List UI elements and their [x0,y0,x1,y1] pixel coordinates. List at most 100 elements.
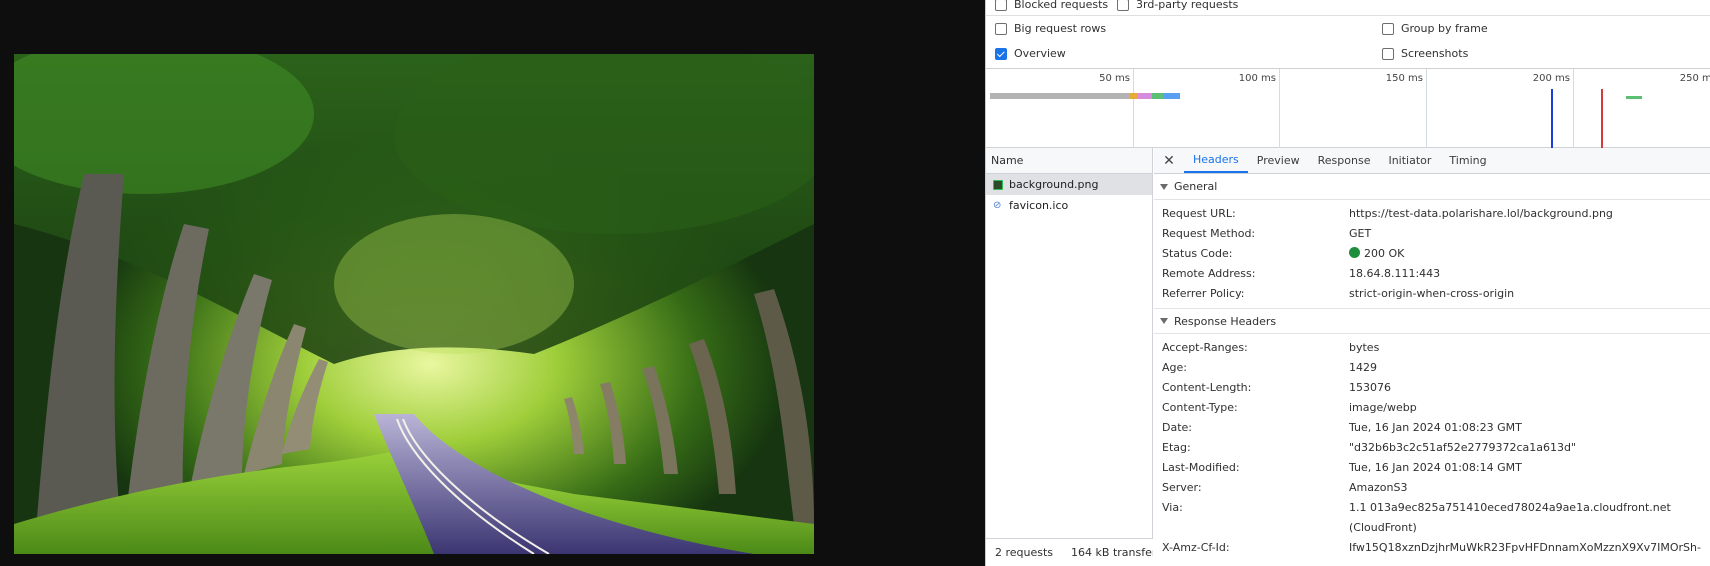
request-name: favicon.ico [1009,199,1069,212]
response-headers-section-title: Response Headers [1174,314,1277,328]
header-value: Ifw15Q18xznDzjhrMuWkR23FpvHFDnnamXoMzznX… [1349,541,1701,554]
timeline-bar-download [1164,93,1180,99]
header-value: AmazonS3 [1349,481,1408,494]
tree-tunnel-road-image [14,54,814,554]
timeline-tick: 50 ms [1099,69,1134,149]
general-section-header[interactable]: General [1154,174,1710,200]
page-viewport [0,0,985,566]
timeline-tick: 100 ms [1239,69,1280,149]
header-value: Tue, 16 Jan 2024 01:08:23 GMT [1349,421,1522,434]
header-value: 1.1 013a9ec825a751410eced78024a9ae1a.clo… [1349,501,1671,534]
tab-response[interactable]: Response [1309,148,1380,173]
header-key: Referrer Policy: [1162,287,1245,300]
header-row: Remote Address: 18.64.8.111:443 [1154,264,1710,284]
header-key: Server: [1162,481,1202,494]
devtools-network-panel: Blocked requests 3rd-party requests Big … [985,0,1710,566]
transferred-size: 164 kB transferr [1071,546,1153,559]
timeline-tick-label: 250 ms [1679,73,1710,84]
header-value: GET [1349,227,1372,240]
header-row: Status Code: 200 OK [1154,244,1710,264]
header-key: Remote Address: [1162,267,1256,280]
response-headers-body: Accept-Ranges: bytes Age: 1429 Content-L… [1154,334,1710,558]
name-column-header[interactable]: Name [986,148,1152,174]
detail-tab-bar: ✕ Headers Preview Response Initiator Tim… [1154,148,1710,174]
status-code-text: 200 OK [1364,247,1405,260]
blocked-requests-checkbox[interactable] [995,0,1007,11]
network-summary-bar: 2 requests 164 kB transferr [986,538,1153,566]
header-key: Accept-Ranges: [1162,341,1248,354]
header-key: Last-Modified: [1162,461,1240,474]
load-event-marker [1601,89,1603,149]
header-row: Request URL: https://test-data.polarisha… [1154,204,1710,224]
overview-option[interactable]: Overview [995,47,1066,60]
big-request-rows-label: Big request rows [1014,22,1107,35]
collapse-triangle-icon [1160,183,1168,190]
header-key: Status Code: [1162,247,1233,260]
header-row: X-Amz-Cf-Id: Ifw15Q18xznDzjhrMuWkR23FpvH… [1154,538,1710,558]
header-key: Etag: [1162,441,1191,454]
tab-timing[interactable]: Timing [1440,148,1495,173]
tab-initiator[interactable]: Initiator [1379,148,1440,173]
screenshots-checkbox[interactable] [1382,47,1394,60]
blocked-requests-option[interactable]: Blocked requests [995,0,1108,11]
network-overview-timeline[interactable]: 50 ms 100 ms 150 ms 200 ms 250 ms [986,68,1710,149]
tab-preview[interactable]: Preview [1248,148,1309,173]
timeline-bar-waiting [1152,93,1164,99]
collapse-triangle-icon [1160,318,1168,324]
header-key: Date: [1162,421,1192,434]
request-list: Name background.png ⊘ favicon.ico 2 requ… [986,148,1153,566]
third-party-requests-option[interactable]: 3rd-party requests [1117,0,1238,11]
image-file-icon [993,179,1003,190]
overview-label: Overview [1014,47,1066,60]
header-row: Last-Modified: Tue, 16 Jan 2024 01:08:14… [1154,458,1710,478]
general-section-title: General [1174,180,1218,193]
timeline-tick: 150 ms [1386,69,1427,149]
third-party-requests-checkbox[interactable] [1117,0,1129,11]
close-icon[interactable]: ✕ [1154,148,1184,173]
screenshots-label: Screenshots [1401,47,1469,60]
request-row-favicon[interactable]: ⊘ favicon.ico [986,195,1152,216]
group-by-frame-option[interactable]: Group by frame [1382,22,1488,35]
header-row: Date: Tue, 16 Jan 2024 01:08:23 GMT [1154,418,1710,438]
status-code-value: 200 OK [1349,244,1404,264]
group-by-frame-checkbox[interactable] [1382,22,1394,35]
header-row: Age: 1429 [1154,358,1710,378]
big-request-rows-option[interactable]: Big request rows [995,22,1106,35]
blocked-requests-label: Blocked requests [1014,0,1109,11]
timeline-bar-request [1138,93,1152,99]
favicon-icon: ⊘ [993,199,1002,211]
request-row-background[interactable]: background.png [986,174,1152,195]
header-key: Content-Type: [1162,401,1238,414]
header-key: Age: [1162,361,1187,374]
tab-headers[interactable]: Headers [1184,148,1248,173]
big-request-rows-checkbox[interactable] [995,22,1007,35]
header-value: https://test-data.polarishare.lol/backgr… [1349,207,1613,220]
header-value: strict-origin-when-cross-origin [1349,287,1515,300]
header-key: X-Amz-Cf-Id: [1162,541,1230,554]
header-row: Via: 1.1 013a9ec825a751410eced78024a9ae1… [1154,498,1710,538]
timeline-tick-label: 50 ms [1099,73,1130,84]
header-value: 1429 [1349,361,1377,374]
header-row: Etag: "d32b6b3c2c51af52e2779372ca1a613d" [1154,438,1710,458]
screenshots-option[interactable]: Screenshots [1382,47,1468,60]
overview-checkbox[interactable] [995,47,1007,60]
header-value: 18.64.8.111:443 [1349,267,1441,280]
timeline-bar-favicon [1626,96,1642,99]
third-party-requests-label: 3rd-party requests [1136,0,1239,11]
request-count: 2 requests [995,546,1054,559]
header-row: Content-Type: image/webp [1154,398,1710,418]
timeline-bar-queue [990,93,1130,99]
timeline-tick-label: 200 ms [1532,73,1570,84]
group-by-frame-label: Group by frame [1401,22,1488,35]
header-row: Request Method: GET [1154,224,1710,244]
status-ok-icon [1349,247,1360,258]
header-value: Tue, 16 Jan 2024 01:08:14 GMT [1349,461,1522,474]
header-key: Via: [1162,501,1183,514]
response-headers-section-header[interactable]: Response Headers [1154,308,1710,334]
options-row-2: Big request rows Group by frame [986,16,1710,41]
request-detail-pane: ✕ Headers Preview Response Initiator Tim… [1154,148,1710,566]
request-name: background.png [1009,178,1099,191]
timeline-bar-ssl [1130,93,1138,99]
header-row: Accept-Ranges: bytes [1154,338,1710,358]
dom-content-loaded-marker [1551,89,1553,149]
